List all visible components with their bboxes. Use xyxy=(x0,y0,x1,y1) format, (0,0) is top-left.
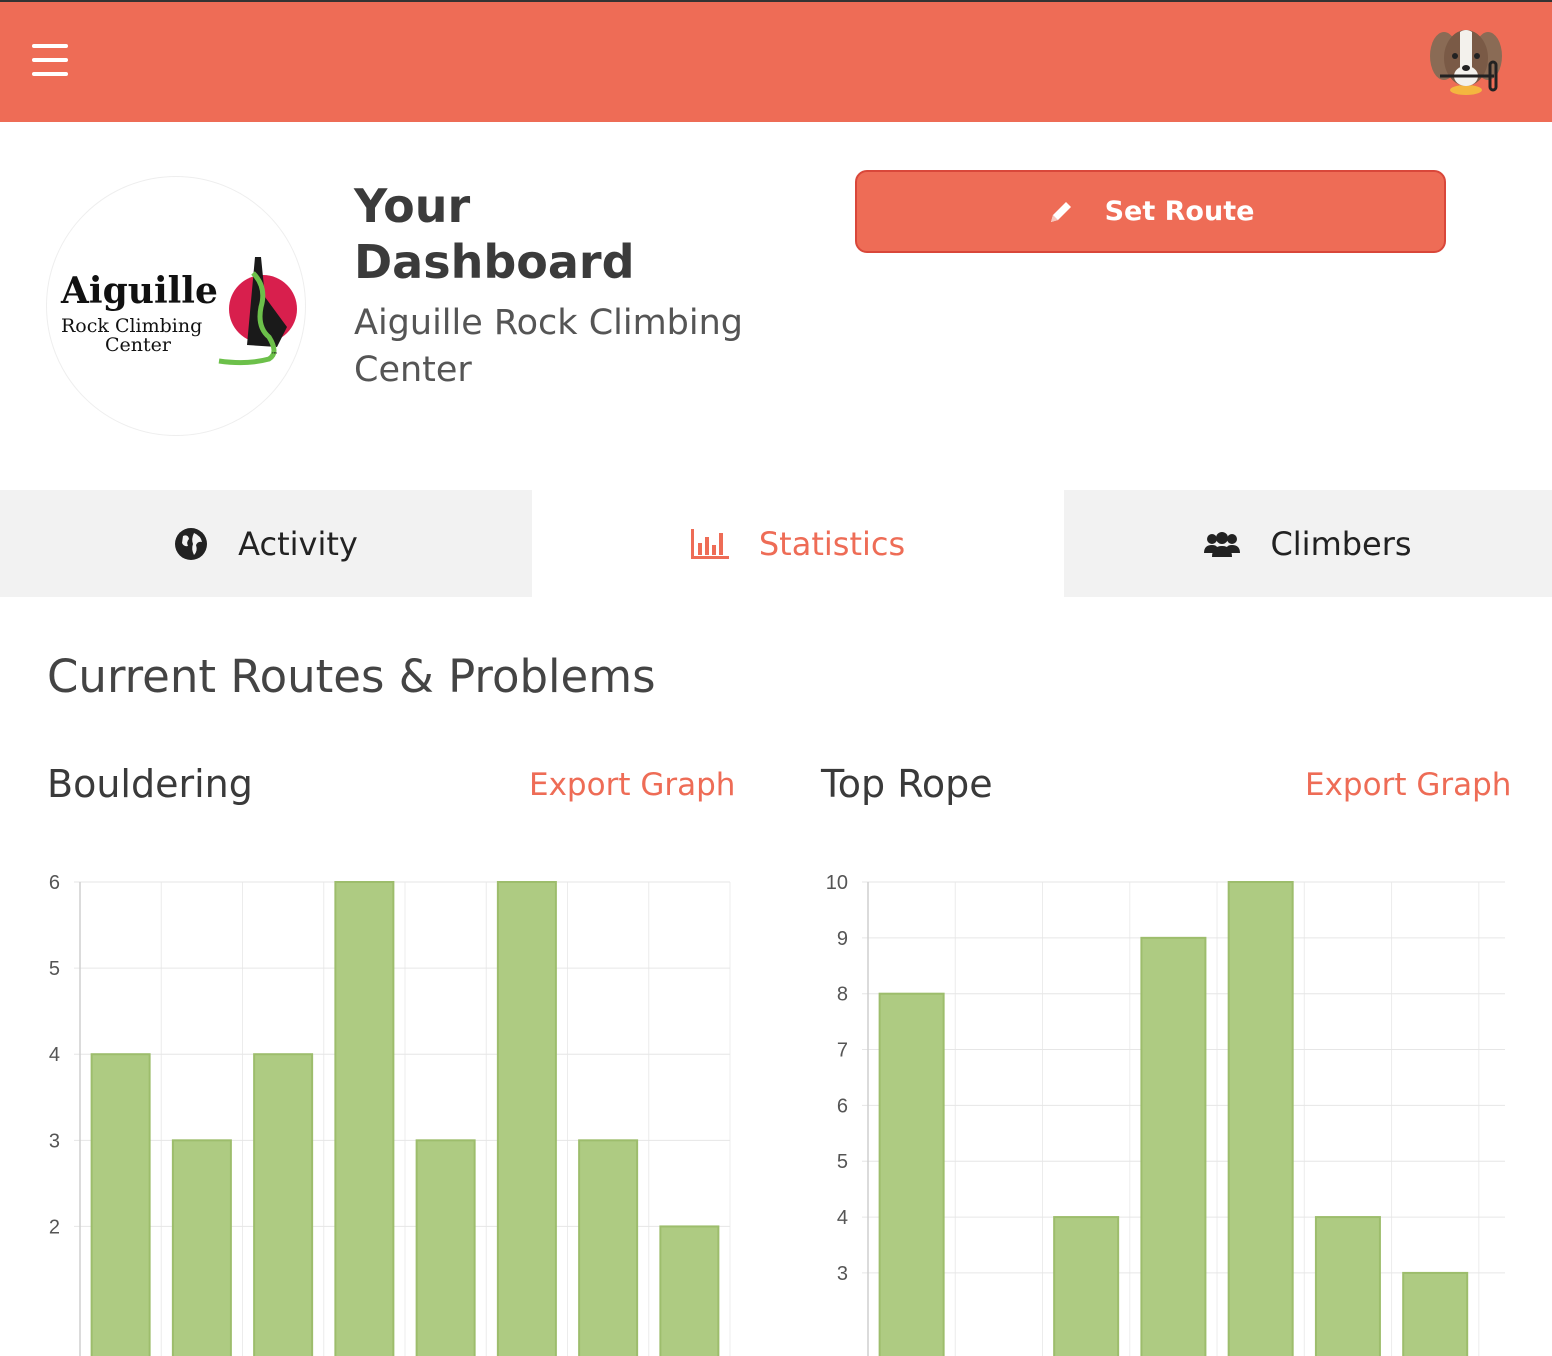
top-rope-bar xyxy=(1053,1216,1120,1356)
bouldering-bar xyxy=(578,1139,639,1356)
set-route-label: Set Route xyxy=(1104,196,1255,227)
top-rope-ytick-label: 6 xyxy=(837,1095,848,1117)
section-title: Current Routes & Problems xyxy=(47,650,656,703)
bouldering-bar xyxy=(659,1225,720,1356)
top-rope-bar xyxy=(1227,881,1294,1356)
top-rope-bar xyxy=(1402,1271,1469,1356)
tab-activity-label: Activity xyxy=(238,524,358,563)
tab-statistics[interactable]: Statistics xyxy=(532,490,1064,597)
bouldering-bar xyxy=(171,1139,232,1356)
bouldering-bar xyxy=(90,1053,151,1356)
logo-line2: Center xyxy=(105,334,172,356)
bouldering-ytick-label: 5 xyxy=(49,958,60,980)
export-graph-top-rope-link[interactable]: Export Graph xyxy=(1305,767,1511,803)
top-rope-bar-chart: 3 4 5 6 7 8 9 10 xyxy=(826,872,1505,1356)
bouldering-bar xyxy=(415,1139,476,1356)
gym-name: Aiguille Rock Climbing Center xyxy=(354,303,744,390)
set-route-button[interactable]: Set Route xyxy=(855,170,1446,253)
users-icon xyxy=(1204,531,1241,557)
globe-icon xyxy=(175,527,208,560)
top-rope-bar xyxy=(1140,936,1207,1356)
bouldering-ytick-label: 3 xyxy=(49,1130,60,1152)
bouldering-chart-title: Bouldering xyxy=(47,762,253,806)
top-rope-ytick-label: 3 xyxy=(837,1263,848,1285)
export-graph-bouldering-link[interactable]: Export Graph xyxy=(529,767,735,803)
top-rope-bar xyxy=(1314,1216,1381,1356)
logo-tm: ™ xyxy=(271,351,278,359)
hamburger-menu-icon[interactable] xyxy=(32,44,68,78)
top-rope-chart-title: Top Rope xyxy=(821,762,993,806)
gym-logo: Aiguille Rock Climbing Center ™ xyxy=(46,176,306,436)
tab-bar: Activity Statistics Climbers xyxy=(0,490,1552,597)
bouldering-ytick-label: 2 xyxy=(49,1216,60,1238)
top-rope-bar xyxy=(878,992,945,1356)
tab-statistics-label: Statistics xyxy=(758,524,906,563)
tab-climbers[interactable]: Climbers xyxy=(1064,490,1552,597)
logo-wordmark: Aiguille xyxy=(60,270,218,312)
bouldering-ytick-label: 6 xyxy=(49,872,60,894)
bouldering-bar xyxy=(334,881,395,1356)
top-rope-ytick-label: 4 xyxy=(837,1207,848,1229)
tab-climbers-label: Climbers xyxy=(1270,524,1412,563)
dog-avatar-icon[interactable] xyxy=(1424,20,1508,100)
top-nav-bar xyxy=(0,0,1552,122)
tab-activity[interactable]: Activity xyxy=(0,490,532,597)
top-rope-ytick-label: 9 xyxy=(837,928,848,950)
top-rope-ytick-label: 10 xyxy=(826,872,848,894)
bouldering-bar xyxy=(253,1053,314,1356)
page-title: Your Dashboard xyxy=(354,179,635,289)
bar-chart-icon xyxy=(690,528,729,559)
top-rope-ytick-label: 5 xyxy=(837,1151,848,1173)
pencil-icon xyxy=(1050,201,1071,222)
top-rope-ytick-label: 8 xyxy=(837,984,848,1006)
bouldering-bar xyxy=(496,881,557,1356)
bouldering-bar-chart: 2 3 4 5 6 xyxy=(49,872,731,1356)
bouldering-ytick-label: 4 xyxy=(49,1044,60,1066)
top-rope-ytick-label: 7 xyxy=(837,1040,848,1062)
